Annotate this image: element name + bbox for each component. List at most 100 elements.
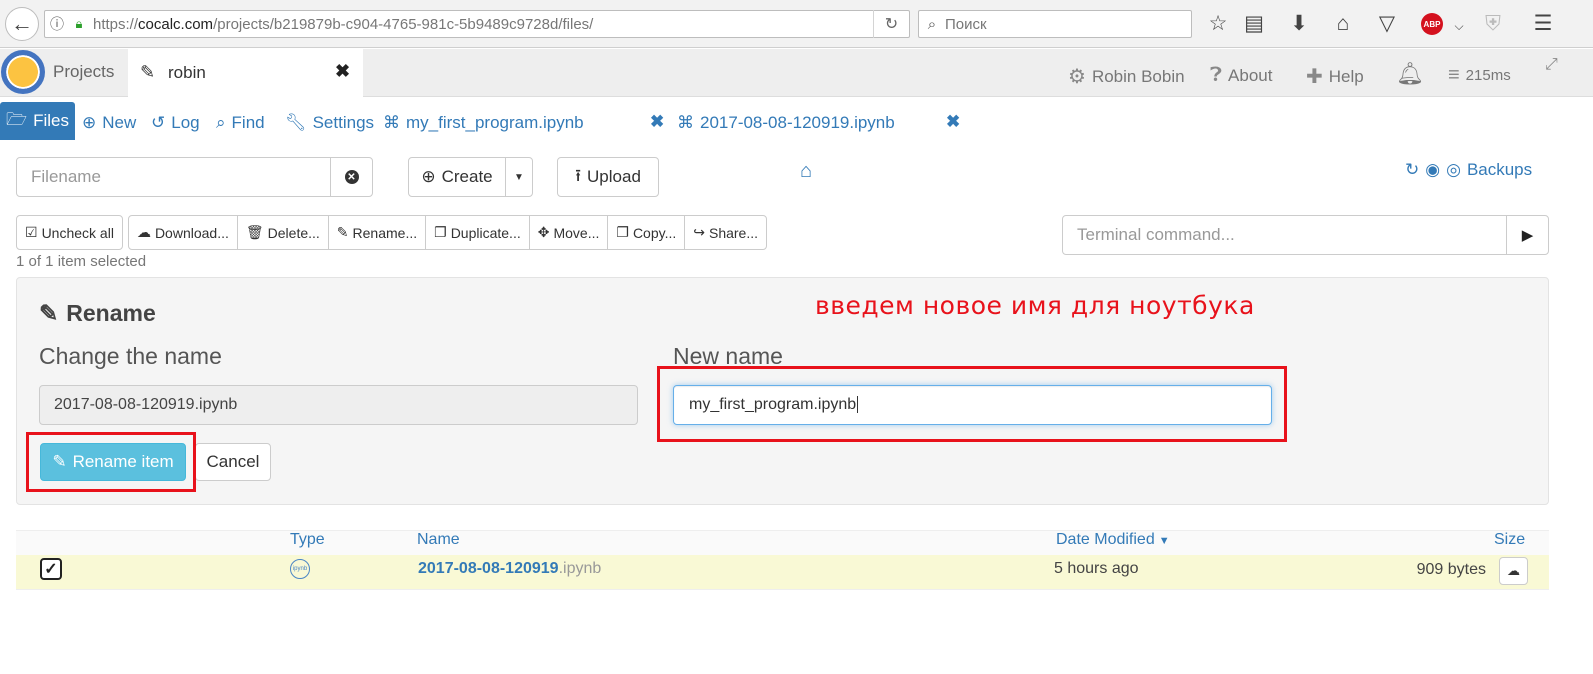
file-download-button[interactable]: ☁	[1499, 557, 1528, 585]
compress-icon[interactable]: ⤢	[1545, 56, 1558, 74]
date-header-label: Date Modified	[1056, 531, 1155, 548]
upload-button[interactable]: ⭱ Upload	[557, 157, 659, 197]
uncheck-all-label: Uncheck all	[41, 224, 114, 241]
plus-circle-icon: ⊕	[421, 167, 436, 186]
bell-icon[interactable]: 🔔︎	[1396, 61, 1424, 87]
share-icon: ↪	[693, 224, 705, 240]
arrows-icon: ✥	[537, 224, 550, 240]
name-header[interactable]: Name	[417, 531, 460, 549]
wifi-icon: ≡	[1448, 64, 1460, 86]
home-icon[interactable]: ⌂	[800, 160, 812, 183]
size-header[interactable]: Size	[1494, 531, 1525, 549]
duplicate-button[interactable]: ❐ Duplicate...	[425, 215, 530, 250]
upload-label: Upload	[587, 167, 641, 186]
file-date: 5 hours ago	[1054, 560, 1139, 577]
table-row[interactable]	[16, 555, 1549, 590]
refresh-icon[interactable]: ↻	[1405, 160, 1419, 180]
tab-files-label: Files	[33, 111, 69, 130]
times-circle-icon: ✕	[344, 170, 359, 184]
cocalc-logo[interactable]	[1, 50, 45, 94]
check-square-icon: ☑	[25, 224, 38, 240]
clear-filename-button[interactable]: ✕	[330, 157, 373, 197]
help-link[interactable]: ✚ Help	[1306, 64, 1364, 89]
project-tab-name: robin	[168, 63, 206, 82]
backups-link[interactable]: ↻ ◉ ◎ Backups	[1405, 160, 1532, 180]
cancel-button[interactable]: Cancel	[195, 443, 271, 481]
tab-open-file[interactable]: ⌘ 2017-08-08-120919.ipynb	[677, 113, 895, 133]
rename-action-button[interactable]: ✎ Rename...	[327, 215, 427, 250]
pencil-icon: ✎	[336, 224, 349, 240]
connection-status[interactable]: ≡ 215ms	[1448, 64, 1511, 87]
share-button[interactable]: ↪ Share...	[684, 215, 768, 250]
old-name-field: 2017-08-08-120919.ipynb	[39, 385, 638, 425]
share-label: Share...	[708, 224, 759, 241]
copy-button[interactable]: ❐ Copy...	[607, 215, 686, 250]
wrench-icon: 🔧︎	[285, 113, 307, 132]
rename-title: ✎ Rename	[39, 300, 156, 327]
move-button[interactable]: ✥ Move...	[528, 215, 609, 250]
type-header[interactable]: Type	[290, 531, 325, 549]
medkit-icon: ✚	[1306, 66, 1323, 88]
edit-icon: ✎	[140, 62, 156, 82]
tab-find-label: Find	[231, 113, 265, 132]
adblock-icon[interactable]: ABP	[1421, 13, 1443, 35]
tab-find[interactable]: ⌕ Find	[216, 113, 265, 133]
shield-icon[interactable]: ⛨	[1480, 12, 1506, 36]
bookmark-star-icon[interactable]: ☆	[1205, 12, 1231, 36]
tab-log-label: Log	[171, 113, 200, 132]
file-size: 909 bytes	[1416, 561, 1486, 578]
download-button[interactable]: ☁ Download...	[127, 215, 238, 250]
uncheck-all-button[interactable]: ☑ Uncheck all	[16, 215, 123, 250]
run-terminal-button[interactable]: ▶	[1506, 215, 1549, 255]
filename-input[interactable]: Filename	[16, 157, 331, 197]
trash-icon: 🗑︎	[245, 224, 264, 240]
life-ring-icon: ◎	[1446, 160, 1461, 179]
account-link[interactable]: ⚙ Robin Bobin	[1068, 64, 1185, 89]
tab-files[interactable]: 🗁︎ Files	[0, 102, 75, 140]
info-icon[interactable]: ⓘ	[45, 14, 69, 34]
search-placeholder: Поиск	[945, 15, 987, 33]
reading-list-icon[interactable]: ▤	[1241, 12, 1267, 36]
caret-down-icon: ▼	[514, 171, 524, 183]
menu-icon[interactable]: ☰	[1530, 12, 1556, 36]
cloud-download-icon: ☁	[1507, 563, 1520, 578]
selection-status: 1 of 1 item selected	[16, 253, 147, 270]
date-header[interactable]: Date Modified ▼	[1056, 531, 1170, 551]
url-bar[interactable]: ⓘ 🔒︎ https://cocalc.com/projects/b219879…	[44, 10, 910, 38]
back-button[interactable]: ←	[5, 7, 39, 41]
tab-open-file[interactable]: ⌘ my_first_program.ipynb	[383, 113, 584, 133]
pocket-icon[interactable]: ▽	[1374, 12, 1400, 36]
notebook-icon: ⌘	[677, 113, 694, 132]
tab-new[interactable]: ⊕ New	[82, 113, 136, 133]
terminal-command-input[interactable]: Terminal command...	[1062, 215, 1508, 255]
ipynb-file-icon: ipynb	[290, 559, 310, 579]
tab-settings-label: Settings	[312, 113, 375, 132]
close-tab-icon[interactable]: ✖	[650, 112, 664, 132]
close-icon[interactable]: ✖	[335, 61, 350, 82]
file-name-link[interactable]: 2017-08-08-120919.ipynb	[418, 560, 601, 578]
listing-header	[16, 530, 1549, 556]
chevron-down-icon[interactable]: ⌵	[1446, 14, 1472, 38]
browser-search[interactable]: ⌕ Поиск	[918, 10, 1192, 38]
projects-link[interactable]: Projects	[53, 62, 114, 82]
home-browser-icon[interactable]: ⌂	[1330, 12, 1356, 36]
eye-slash-icon[interactable]: ◉	[1425, 160, 1440, 180]
about-link[interactable]: ❓︎ About	[1210, 64, 1272, 87]
tab-log[interactable]: ↺ Log	[151, 113, 200, 133]
tab-settings[interactable]: 🔧︎ Settings	[285, 113, 374, 133]
create-button[interactable]: ⊕ Create	[408, 157, 506, 197]
create-dropdown-toggle[interactable]: ▼	[505, 157, 533, 197]
delete-button[interactable]: 🗑︎ Delete...	[236, 215, 329, 250]
url-text[interactable]: https://cocalc.com/projects/b219879b-c90…	[89, 16, 873, 33]
move-label: Move...	[553, 224, 600, 241]
create-label: Create	[441, 167, 493, 186]
reload-icon[interactable]: ↻	[873, 10, 909, 38]
close-tab-icon[interactable]: ✖	[946, 112, 960, 132]
project-tab[interactable]: ✎ robin ✖	[128, 49, 363, 97]
cloud-download-icon: ☁	[136, 224, 151, 240]
ping-value: 215ms	[1465, 67, 1511, 84]
tab-new-label: New	[102, 113, 137, 132]
download-label: Download...	[154, 224, 229, 241]
download-icon[interactable]: ⬇	[1286, 12, 1312, 36]
checkbox-checked-icon[interactable]: ✓	[40, 558, 62, 580]
